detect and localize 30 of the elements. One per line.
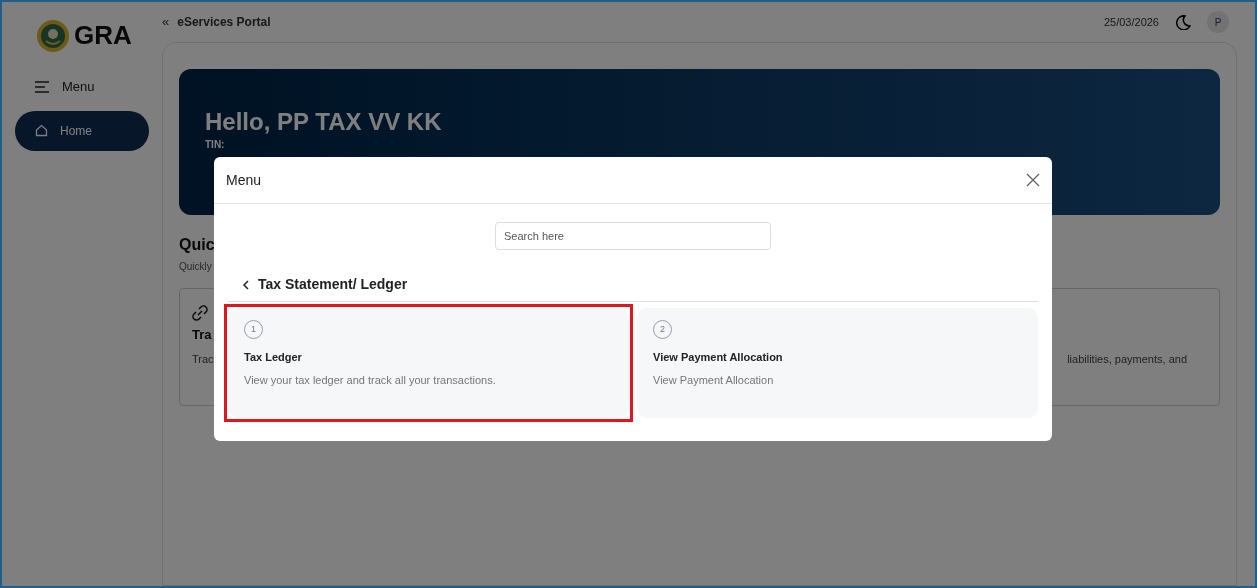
menu-icon[interactable] [34, 80, 50, 93]
card-description: liabilities, payments, and [1067, 351, 1187, 367]
nav-item[interactable]: Home [15, 110, 149, 151]
option-description: View your tax ledger and track all your transactions. [244, 372, 496, 388]
menu-label: Menu [62, 78, 95, 96]
emblem-logo-icon [36, 18, 70, 53]
search-field[interactable]: Search here [495, 222, 771, 250]
menu-option-card[interactable]: 2 View Payment Allocation View Payment Allocation [637, 308, 1038, 418]
back-icon[interactable] [242, 279, 250, 290]
option-title: Tax Ledger [244, 350, 302, 365]
menu-option-card[interactable]: 1 Tax Ledger View your tax ledger and track all your transactions. [228, 308, 629, 418]
collapse-button[interactable]: « [162, 12, 170, 32]
link-icon [192, 305, 208, 321]
avatar[interactable]: P [1207, 11, 1229, 33]
section-title: Tax Statement/ Ledger [258, 275, 408, 294]
close-icon[interactable] [1026, 173, 1040, 187]
logo-text: GRA [74, 19, 132, 52]
date-text: 25/03/2026 [1103, 14, 1159, 30]
greeting-text: Hello, PP TAX VV KK [205, 107, 443, 137]
portal-title: eServices Portal [177, 14, 271, 31]
dialog-title: Menu [226, 170, 262, 190]
card-title: Tra [192, 326, 212, 344]
home-icon [35, 124, 48, 137]
card-description: Trac [192, 351, 214, 367]
tin-label: TIN: [205, 139, 225, 152]
moon-icon[interactable] [1175, 14, 1191, 30]
option-description: View Payment Allocation [653, 372, 774, 388]
option-title: View Payment Allocation [653, 350, 783, 365]
section-subtitle: Quickly [179, 260, 212, 274]
section-title: Quic [179, 235, 215, 255]
